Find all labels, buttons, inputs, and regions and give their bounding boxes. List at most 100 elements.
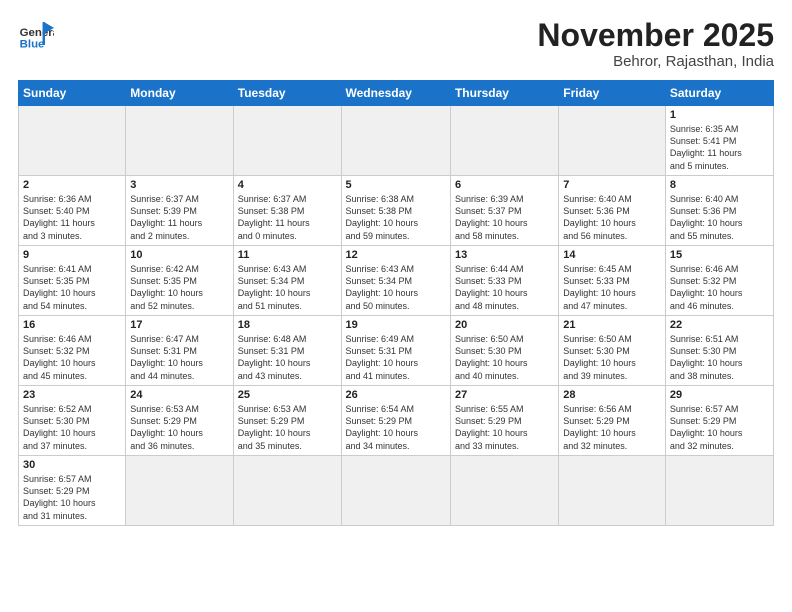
day-info: Sunrise: 6:36 AM Sunset: 5:40 PM Dayligh… (23, 193, 121, 242)
day-number: 26 (346, 389, 446, 401)
day-info: Sunrise: 6:55 AM Sunset: 5:29 PM Dayligh… (455, 403, 554, 452)
calendar-day-13: 13 Sunrise: 6:44 AM Sunset: 5:33 PM Dayli… (450, 246, 558, 316)
day-number: 8 (670, 179, 769, 191)
day-number: 23 (23, 389, 121, 401)
day-info: Sunrise: 6:57 AM Sunset: 5:29 PM Dayligh… (670, 403, 769, 452)
calendar-day-25: 25 Sunrise: 6:53 AM Sunset: 5:29 PM Dayli… (233, 386, 341, 456)
day-number: 2 (23, 179, 121, 191)
day-info: Sunrise: 6:51 AM Sunset: 5:30 PM Dayligh… (670, 333, 769, 382)
day-number: 24 (130, 389, 228, 401)
calendar-day-16: 16 Sunrise: 6:46 AM Sunset: 5:32 PM Dayli… (19, 316, 126, 386)
day-info: Sunrise: 6:53 AM Sunset: 5:29 PM Dayligh… (130, 403, 228, 452)
calendar-day-2: 2 Sunrise: 6:36 AM Sunset: 5:40 PM Daylig… (19, 176, 126, 246)
day-info: Sunrise: 6:37 AM Sunset: 5:39 PM Dayligh… (130, 193, 228, 242)
day-info: Sunrise: 6:40 AM Sunset: 5:36 PM Dayligh… (670, 193, 769, 242)
calendar-day-15: 15 Sunrise: 6:46 AM Sunset: 5:32 PM Dayli… (665, 246, 773, 316)
header-tuesday: Tuesday (233, 81, 341, 106)
calendar-empty (19, 106, 126, 176)
calendar-day-21: 21Sunrise: 6:50 AM Sunset: 5:30 PM Dayli… (559, 316, 666, 386)
day-number: 20 (455, 319, 554, 331)
calendar-day-12: 12Sunrise: 6:43 AM Sunset: 5:34 PM Dayli… (341, 246, 450, 316)
day-info: Sunrise: 6:40 AM Sunset: 5:36 PM Dayligh… (563, 193, 661, 242)
day-number: 18 (238, 319, 337, 331)
day-number: 6 (455, 179, 554, 191)
day-info: Sunrise: 6:48 AM Sunset: 5:31 PM Dayligh… (238, 333, 337, 382)
calendar-week-1: 2 Sunrise: 6:36 AM Sunset: 5:40 PM Daylig… (19, 176, 774, 246)
day-number: 1 (670, 109, 769, 121)
day-number: 29 (670, 389, 769, 401)
day-number: 4 (238, 179, 337, 191)
header-monday: Monday (126, 81, 233, 106)
day-info: Sunrise: 6:45 AM Sunset: 5:33 PM Dayligh… (563, 263, 661, 312)
calendar-empty (450, 106, 558, 176)
day-info: Sunrise: 6:38 AM Sunset: 5:38 PM Dayligh… (346, 193, 446, 242)
calendar-week-2: 9Sunrise: 6:41 AM Sunset: 5:35 PM Daylig… (19, 246, 774, 316)
day-info: Sunrise: 6:43 AM Sunset: 5:34 PM Dayligh… (238, 263, 337, 312)
day-number: 12 (346, 249, 446, 261)
calendar-day-17: 17Sunrise: 6:47 AM Sunset: 5:31 PM Dayli… (126, 316, 233, 386)
day-number: 3 (130, 179, 228, 191)
day-number: 19 (346, 319, 446, 331)
calendar-day-28: 28Sunrise: 6:56 AM Sunset: 5:29 PM Dayli… (559, 386, 666, 456)
calendar-day-9: 9Sunrise: 6:41 AM Sunset: 5:35 PM Daylig… (19, 246, 126, 316)
day-info: Sunrise: 6:35 AM Sunset: 5:41 PM Dayligh… (670, 123, 769, 172)
day-number: 13 (455, 249, 554, 261)
calendar-header-row: SundayMondayTuesdayWednesdayThursdayFrid… (19, 81, 774, 106)
calendar-day-10: 10 Sunrise: 6:42 AM Sunset: 5:35 PM Dayli… (126, 246, 233, 316)
day-info: Sunrise: 6:53 AM Sunset: 5:29 PM Dayligh… (238, 403, 337, 452)
calendar-empty (341, 456, 450, 526)
calendar-day-5: 5Sunrise: 6:38 AM Sunset: 5:38 PM Daylig… (341, 176, 450, 246)
calendar-day-1: 1 Sunrise: 6:35 AM Sunset: 5:41 PM Daylig… (665, 106, 773, 176)
calendar-day-20: 20Sunrise: 6:50 AM Sunset: 5:30 PM Dayli… (450, 316, 558, 386)
day-info: Sunrise: 6:52 AM Sunset: 5:30 PM Dayligh… (23, 403, 121, 452)
day-info: Sunrise: 6:46 AM Sunset: 5:32 PM Dayligh… (23, 333, 121, 382)
day-info: Sunrise: 6:54 AM Sunset: 5:29 PM Dayligh… (346, 403, 446, 452)
day-number: 15 (670, 249, 769, 261)
day-number: 21 (563, 319, 661, 331)
calendar-empty (450, 456, 558, 526)
calendar-empty (665, 456, 773, 526)
header-saturday: Saturday (665, 81, 773, 106)
day-number: 14 (563, 249, 661, 261)
header-sunday: Sunday (19, 81, 126, 106)
calendar-empty (233, 456, 341, 526)
day-number: 11 (238, 249, 337, 261)
header-thursday: Thursday (450, 81, 558, 106)
logo-icon: General Blue (18, 18, 54, 54)
day-info: Sunrise: 6:46 AM Sunset: 5:32 PM Dayligh… (670, 263, 769, 312)
calendar-day-3: 3 Sunrise: 6:37 AM Sunset: 5:39 PM Daylig… (126, 176, 233, 246)
calendar-day-14: 14 Sunrise: 6:45 AM Sunset: 5:33 PM Dayli… (559, 246, 666, 316)
calendar-week-3: 16 Sunrise: 6:46 AM Sunset: 5:32 PM Dayli… (19, 316, 774, 386)
calendar-day-26: 26 Sunrise: 6:54 AM Sunset: 5:29 PM Dayli… (341, 386, 450, 456)
day-info: Sunrise: 6:44 AM Sunset: 5:33 PM Dayligh… (455, 263, 554, 312)
day-info: Sunrise: 6:39 AM Sunset: 5:37 PM Dayligh… (455, 193, 554, 242)
day-info: Sunrise: 6:42 AM Sunset: 5:35 PM Dayligh… (130, 263, 228, 312)
page: General Blue November 2025 Behror, Rajas… (0, 0, 792, 612)
calendar-day-7: 7 Sunrise: 6:40 AM Sunset: 5:36 PM Daylig… (559, 176, 666, 246)
calendar-empty (559, 456, 666, 526)
calendar-empty (126, 106, 233, 176)
calendar-week-5: 30Sunrise: 6:57 AM Sunset: 5:29 PM Dayli… (19, 456, 774, 526)
day-info: Sunrise: 6:57 AM Sunset: 5:29 PM Dayligh… (23, 473, 121, 522)
header-wednesday: Wednesday (341, 81, 450, 106)
calendar-empty (233, 106, 341, 176)
day-number: 25 (238, 389, 337, 401)
calendar: SundayMondayTuesdayWednesdayThursdayFrid… (18, 80, 774, 526)
calendar-week-0: 1 Sunrise: 6:35 AM Sunset: 5:41 PM Daylig… (19, 106, 774, 176)
month-title: November 2025 (537, 18, 774, 53)
calendar-day-4: 4 Sunrise: 6:37 AM Sunset: 5:38 PM Daylig… (233, 176, 341, 246)
day-number: 16 (23, 319, 121, 331)
day-number: 7 (563, 179, 661, 191)
logo: General Blue (18, 18, 54, 54)
day-number: 22 (670, 319, 769, 331)
calendar-empty (126, 456, 233, 526)
header-friday: Friday (559, 81, 666, 106)
day-number: 27 (455, 389, 554, 401)
calendar-empty (341, 106, 450, 176)
calendar-week-4: 23 Sunrise: 6:52 AM Sunset: 5:30 PM Dayli… (19, 386, 774, 456)
day-info: Sunrise: 6:37 AM Sunset: 5:38 PM Dayligh… (238, 193, 337, 242)
day-number: 10 (130, 249, 228, 261)
calendar-day-22: 22 Sunrise: 6:51 AM Sunset: 5:30 PM Dayli… (665, 316, 773, 386)
calendar-day-29: 29 Sunrise: 6:57 AM Sunset: 5:29 PM Dayli… (665, 386, 773, 456)
calendar-day-24: 24 Sunrise: 6:53 AM Sunset: 5:29 PM Dayli… (126, 386, 233, 456)
